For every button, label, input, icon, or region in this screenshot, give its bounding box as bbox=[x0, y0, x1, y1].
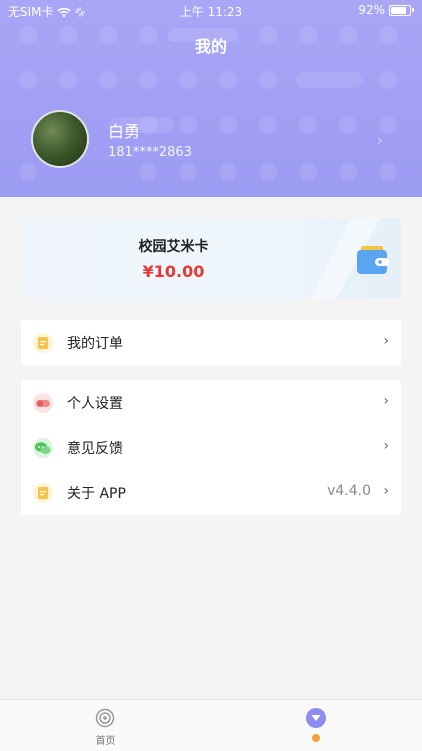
about-label: 关于 APP bbox=[67, 486, 126, 502]
profile-header: 无SIM卡 上午 11:23 92% 我的 白勇 181****2863 › bbox=[0, 0, 422, 197]
user-phone: 181****2863 bbox=[108, 145, 192, 160]
list-item-feedback[interactable]: 意见反馈 › bbox=[21, 425, 401, 470]
feedback-label: 意见反馈 bbox=[67, 441, 123, 457]
app-version: v4.4.0 bbox=[327, 483, 371, 499]
page-title: 我的 bbox=[194, 37, 227, 56]
chevron-right-icon: › bbox=[383, 438, 389, 454]
card-balance: ¥10.00 bbox=[142, 262, 205, 281]
campus-card[interactable]: 校园艾米卡 ¥10.00 bbox=[21, 218, 401, 299]
document-icon bbox=[33, 483, 53, 503]
document-icon bbox=[33, 333, 53, 353]
card-title: 校园艾米卡 bbox=[138, 239, 209, 255]
tab-home-label: 首页 bbox=[95, 736, 116, 747]
home-icon bbox=[95, 708, 115, 728]
list-item-orders[interactable]: 我的订单 › bbox=[21, 320, 401, 365]
battery-area: 92% bbox=[358, 3, 414, 17]
orders-label: 我的订单 bbox=[67, 336, 123, 352]
notification-dot bbox=[312, 734, 320, 742]
battery-icon bbox=[389, 4, 411, 16]
list-item-about[interactable]: 关于 APP v4.4.0 › bbox=[21, 470, 401, 515]
battery-percent: 92% bbox=[358, 3, 385, 17]
personal-settings-label: 个人设置 bbox=[67, 396, 123, 412]
profile-icon bbox=[306, 708, 326, 728]
tab-home[interactable]: 首页 bbox=[0, 700, 211, 751]
list-item-personal-settings[interactable]: 个人设置 › bbox=[21, 380, 401, 425]
chevron-right-icon: › bbox=[383, 393, 389, 409]
tab-bar: 首页 bbox=[0, 699, 422, 751]
settings-icon bbox=[33, 393, 53, 413]
tab-mine[interactable] bbox=[211, 700, 422, 751]
user-name: 白勇 bbox=[108, 122, 141, 141]
status-bar: 无SIM卡 上午 11:23 92% bbox=[0, 0, 422, 22]
orders-group: 我的订单 › bbox=[21, 320, 401, 365]
chevron-right-icon: › bbox=[383, 483, 389, 499]
settings-group: 个人设置 › 意见反馈 › 关于 APP v4.4.0 › bbox=[21, 380, 401, 515]
avatar[interactable] bbox=[31, 110, 89, 168]
card-decoration bbox=[311, 218, 401, 299]
chevron-right-icon: › bbox=[383, 333, 389, 349]
feedback-icon bbox=[33, 438, 53, 458]
wallet-icon bbox=[357, 246, 389, 274]
chevron-right-icon[interactable]: › bbox=[377, 133, 383, 149]
